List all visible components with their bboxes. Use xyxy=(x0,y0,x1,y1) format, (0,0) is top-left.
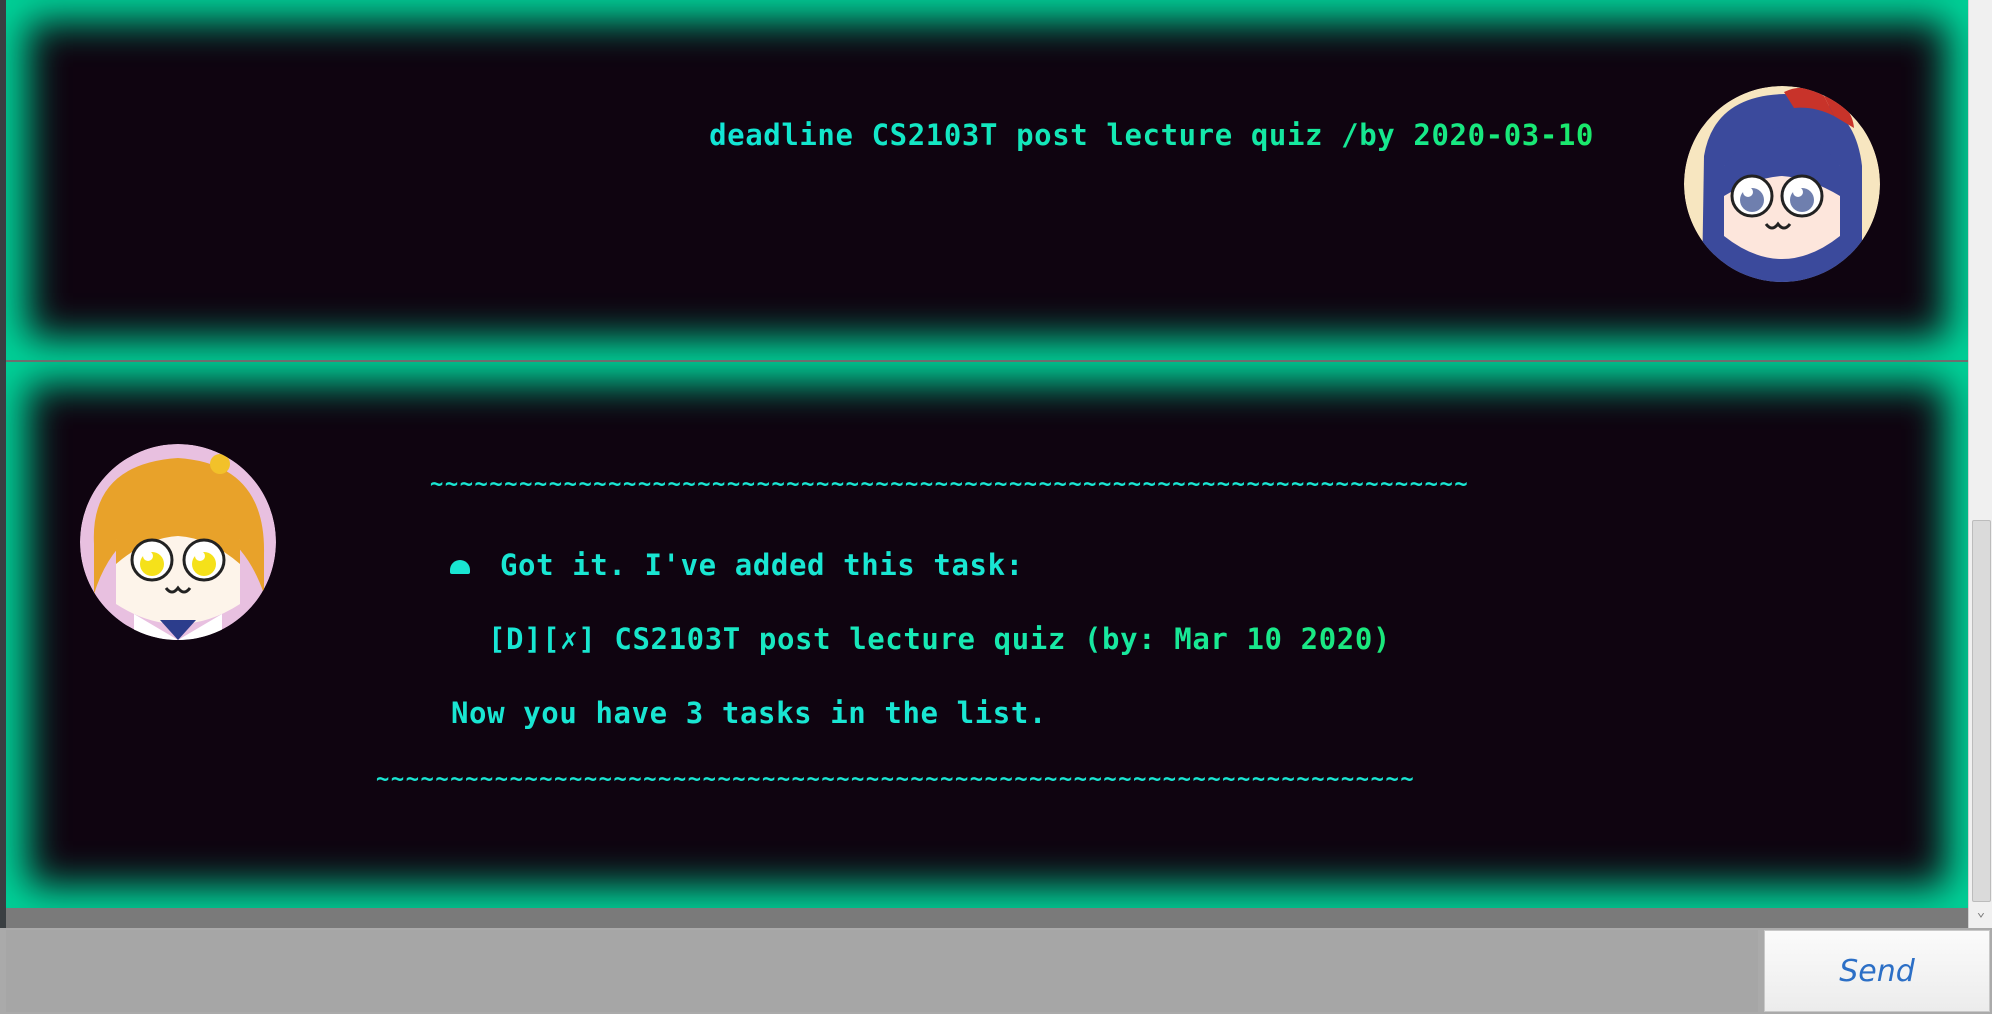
task-description-text: [D][✗] CS2103T post lecture quiz (by: Ma… xyxy=(488,622,1391,656)
bot-dialog-box: ~~~~~~~~~~~~~~~~~~~~~~~~~~~~~~~~~~~~~~~~… xyxy=(6,362,1968,908)
message-input[interactable] xyxy=(6,930,1758,1012)
user-dialog-background xyxy=(6,0,1968,360)
dialog-scroll-pane[interactable]: deadline CS2103T post lecture quiz /by 2… xyxy=(6,0,1968,928)
acknowledgement-text: Got it. I've added this task: xyxy=(500,548,1024,582)
chat-window: deadline CS2103T post lecture quiz /by 2… xyxy=(0,0,1992,1014)
divider-bottom: ~~~~~~~~~~~~~~~~~~~~~~~~~~~~~~~~~~~~~~~~… xyxy=(376,767,1416,792)
send-button[interactable]: Send xyxy=(1764,930,1990,1012)
divider-top: ~~~~~~~~~~~~~~~~~~~~~~~~~~~~~~~~~~~~~~~~… xyxy=(430,472,1470,497)
bot-avatar-icon xyxy=(80,444,276,640)
input-row: Send xyxy=(0,928,1992,1014)
chevron-down-icon[interactable]: ⌄ xyxy=(1973,904,1989,920)
scrollbar-thumb[interactable] xyxy=(1972,520,1991,902)
dome-bullet-icon xyxy=(450,560,470,574)
user-message-text: deadline CS2103T post lecture quiz /by 2… xyxy=(709,118,1594,152)
user-avatar-icon xyxy=(1684,86,1880,282)
scroll-pane-footer xyxy=(6,908,1968,928)
task-count-text: Now you have 3 tasks in the list. xyxy=(451,696,1047,730)
user-dialog-box: deadline CS2103T post lecture quiz /by 2… xyxy=(6,0,1968,360)
vertical-scrollbar[interactable]: ⌄ xyxy=(1968,0,1992,928)
